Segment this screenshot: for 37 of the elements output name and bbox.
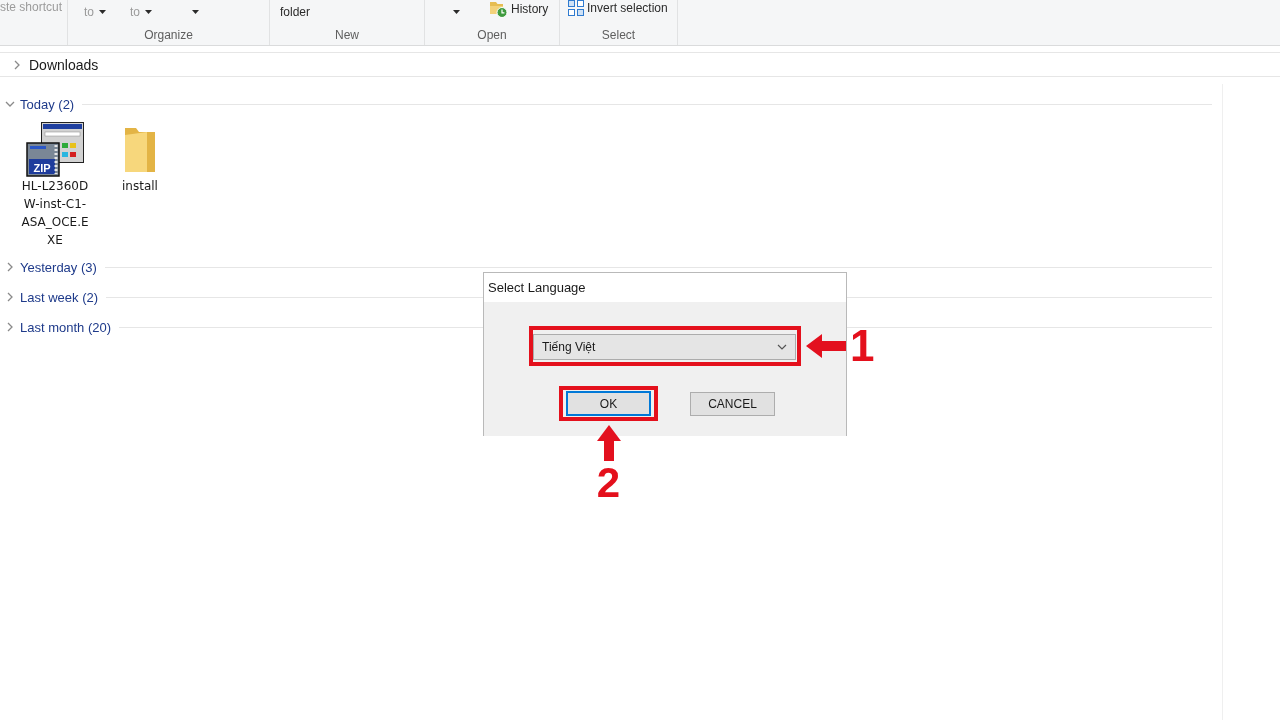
- group-header[interactable]: Last month (20): [20, 319, 112, 335]
- ribbon-command[interactable]: History: [490, 0, 549, 18]
- chevron-down-icon[interactable]: [5, 101, 15, 107]
- ribbon-command[interactable]: folder: [280, 5, 311, 19]
- arrow-left-icon: [806, 334, 846, 358]
- file-type-label: ZIP: [33, 161, 51, 173]
- chevron-right-icon[interactable]: [7, 262, 13, 272]
- chevron-right-icon[interactable]: [7, 292, 13, 302]
- group-label: Organize: [143, 28, 194, 42]
- caret-icon[interactable]: [453, 10, 460, 14]
- language-dropdown[interactable]: Tiếng Việt: [533, 334, 796, 360]
- group-header[interactable]: Today (2): [20, 96, 75, 112]
- step-number: 2: [596, 462, 621, 504]
- dialog-button[interactable]: OK: [566, 391, 651, 416]
- group-label: Open: [476, 28, 508, 42]
- dialog-title: Select Language: [488, 280, 586, 295]
- chevron-right-icon[interactable]: [7, 322, 13, 332]
- arrow-up-icon: [596, 425, 621, 461]
- chevron-down-icon: [777, 344, 787, 350]
- installer-icon[interactable]: ZIP: [26, 121, 84, 178]
- caret-icon[interactable]: [192, 10, 200, 14]
- file-name[interactable]: HL-L2360DW-inst-C1-ASA_OCE.EXE: [20, 177, 90, 249]
- caret-icon: [99, 10, 106, 14]
- chevron-right-icon[interactable]: [14, 59, 20, 70]
- group-header[interactable]: Last week (2): [20, 289, 99, 305]
- archive-box-icon: [26, 141, 60, 177]
- caret-icon: [145, 10, 153, 14]
- file-name[interactable]: install: [122, 177, 158, 195]
- breadcrumb-item[interactable]: Downloads: [29, 56, 99, 73]
- group-label: New: [334, 28, 360, 42]
- dialog-button[interactable]: CANCEL: [690, 391, 775, 416]
- group-label: Select: [600, 28, 637, 42]
- step-number: 1: [850, 324, 875, 368]
- folder-icon[interactable]: [123, 126, 157, 173]
- ribbon-command[interactable]: Invert selection: [568, 0, 668, 16]
- group-header[interactable]: Yesterday (3): [20, 259, 97, 275]
- address-bar[interactable]: Downloads: [0, 52, 1280, 77]
